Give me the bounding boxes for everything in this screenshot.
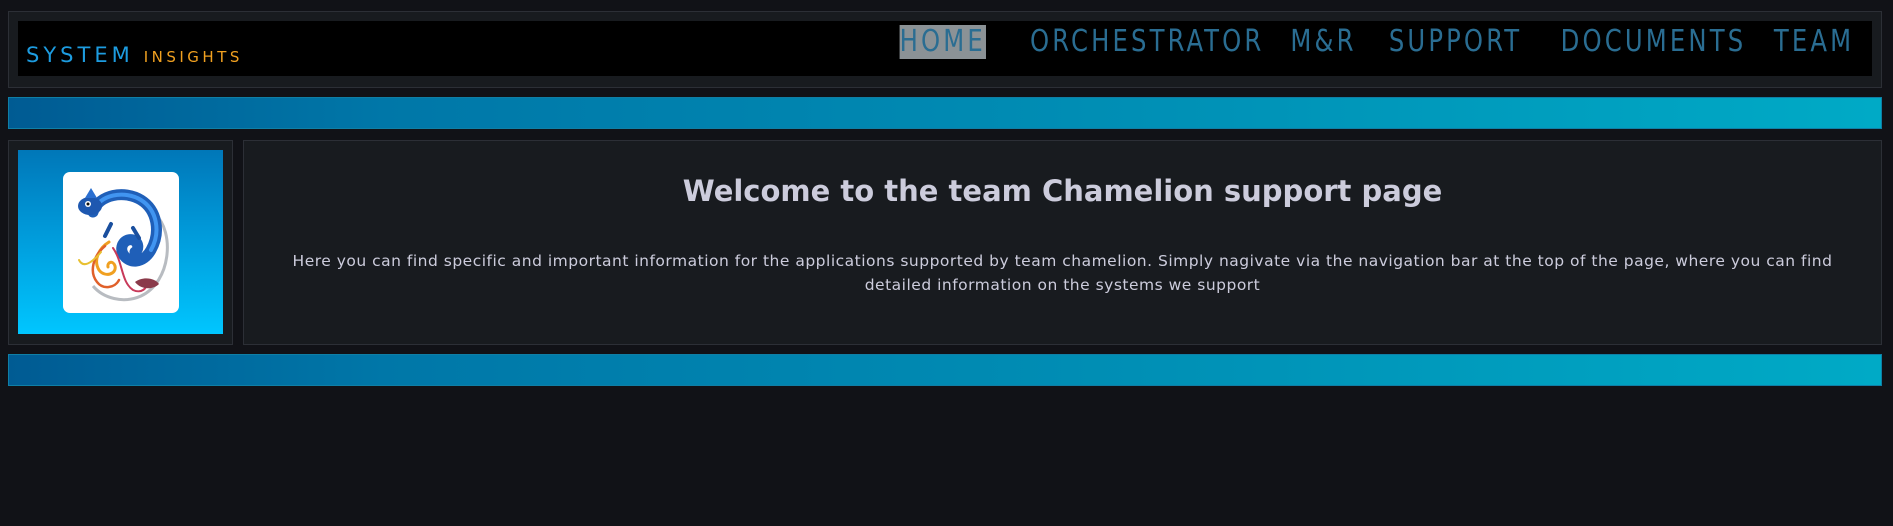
brand-system-text: SYSTEM <box>26 43 134 67</box>
logo-card <box>63 172 179 313</box>
nav-item-mr[interactable]: M&R <box>1290 25 1356 59</box>
gradient-band-top <box>8 97 1882 129</box>
header-bar: SYSTEM INSIGHTS HOME ORCHESTRATOR M&R SUP… <box>18 21 1872 76</box>
brand-insights-text: INSIGHTS <box>143 48 243 66</box>
page-title: Welcome to the team Chamelion support pa… <box>682 174 1443 208</box>
gradient-band-bottom <box>8 354 1882 386</box>
brand-logo-text: SYSTEM INSIGHTS <box>26 43 243 67</box>
nav-item-team[interactable]: TEAM <box>1774 25 1854 59</box>
chameleon-logo-icon <box>78 188 169 302</box>
header-panel: SYSTEM INSIGHTS HOME ORCHESTRATOR M&R SUP… <box>8 11 1882 88</box>
nav-item-documents[interactable]: DOCUMENTS <box>1561 25 1747 59</box>
welcome-panel: Welcome to the team Chamelion support pa… <box>243 140 1882 345</box>
nav-item-orchestrator[interactable]: ORCHESTRATOR <box>1030 25 1264 59</box>
page-description: Here you can find specific and important… <box>292 252 1833 294</box>
logo-panel <box>8 140 233 345</box>
logo-background <box>18 150 223 334</box>
nav-item-support[interactable]: SUPPORT <box>1389 25 1522 59</box>
main-navigation: HOME ORCHESTRATOR M&R SUPPORT DOCUMENTS … <box>890 25 1854 59</box>
nav-item-home[interactable]: HOME <box>899 25 987 59</box>
